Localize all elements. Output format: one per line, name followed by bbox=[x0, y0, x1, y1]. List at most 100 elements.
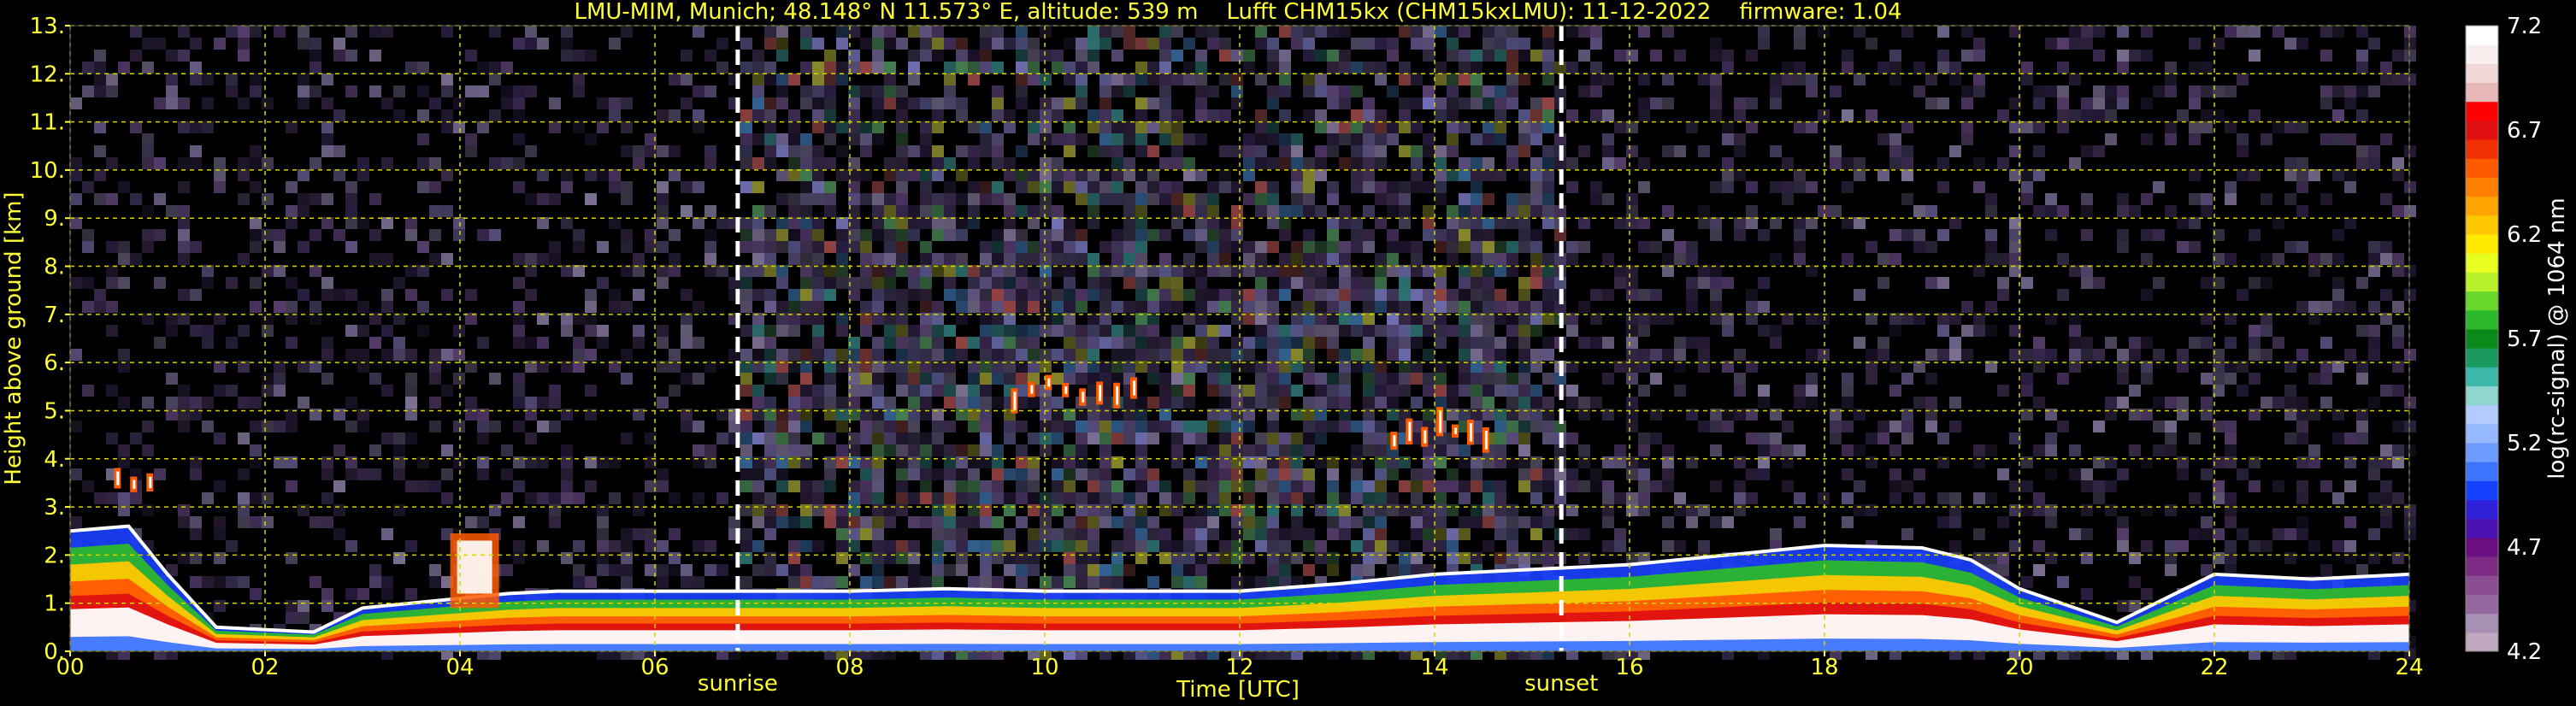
noise-cell bbox=[1530, 325, 1542, 337]
noise-cell bbox=[836, 325, 848, 337]
noise-cell bbox=[1722, 169, 1734, 181]
noise-cell bbox=[1052, 289, 1064, 301]
noise-cell bbox=[1423, 468, 1435, 480]
noise-cell bbox=[1483, 85, 1494, 97]
noise-cell bbox=[130, 26, 142, 38]
noise-cell bbox=[1614, 217, 1626, 229]
noise-cell bbox=[1064, 373, 1076, 385]
noise-cell bbox=[800, 492, 812, 504]
noise-cell bbox=[357, 325, 369, 337]
noise-cell bbox=[1099, 169, 1111, 181]
noise-cell bbox=[1459, 97, 1471, 109]
noise-cell bbox=[381, 432, 393, 444]
noise-cell bbox=[1471, 289, 1483, 301]
noise-cell bbox=[1111, 516, 1123, 528]
noise-cell bbox=[1291, 301, 1303, 313]
noise-cell bbox=[1387, 253, 1399, 265]
noise-cell bbox=[2380, 253, 2392, 265]
noise-cell bbox=[1889, 145, 1901, 157]
noise-cell bbox=[1195, 540, 1207, 552]
noise-cell bbox=[920, 325, 932, 337]
noise-cell bbox=[82, 181, 94, 193]
noise-cell bbox=[1183, 576, 1195, 588]
noise-cell bbox=[872, 349, 884, 361]
noise-cell bbox=[1016, 325, 1028, 337]
noise-cell bbox=[2308, 373, 2320, 385]
noise-cell bbox=[1530, 229, 1542, 241]
noise-cell bbox=[1004, 121, 1016, 133]
noise-cell bbox=[824, 50, 836, 62]
noise-cell bbox=[1291, 169, 1303, 181]
noise-cell bbox=[693, 373, 704, 385]
noise-cell bbox=[1483, 373, 1494, 385]
noise-cell bbox=[345, 193, 357, 205]
noise-cell bbox=[740, 349, 752, 361]
noise-cell bbox=[621, 229, 633, 241]
noise-cell bbox=[333, 444, 345, 456]
noise-cell bbox=[1267, 480, 1279, 492]
colorbar-tick-label: 5.2 bbox=[2507, 431, 2542, 456]
noise-cell bbox=[1997, 385, 2009, 397]
noise-cell bbox=[1123, 217, 1135, 229]
noise-cell bbox=[621, 241, 633, 253]
noise-cell bbox=[1399, 349, 1411, 361]
noise-cell bbox=[1674, 385, 1686, 397]
noise-cell bbox=[2081, 480, 2093, 492]
noise-cell bbox=[1135, 421, 1147, 432]
noise-cell bbox=[1243, 289, 1255, 301]
noise-cell bbox=[812, 217, 824, 229]
noise-cell bbox=[1279, 133, 1291, 145]
noise-cell bbox=[2404, 349, 2416, 361]
noise-cell bbox=[884, 576, 896, 588]
noise-cell bbox=[1363, 516, 1375, 528]
noise-cell bbox=[2296, 157, 2308, 169]
noise-cell bbox=[1255, 205, 1267, 217]
noise-cell bbox=[2356, 85, 2368, 97]
noise-cell bbox=[980, 421, 992, 432]
noise-cell bbox=[1494, 50, 1506, 62]
noise-cell bbox=[704, 145, 716, 157]
noise-cell bbox=[1518, 193, 1530, 205]
noise-cell bbox=[561, 552, 573, 564]
noise-cell bbox=[1363, 504, 1375, 516]
noise-cell bbox=[776, 516, 788, 528]
noise-cell bbox=[812, 229, 824, 241]
noise-cell bbox=[513, 552, 525, 564]
noise-cell bbox=[1004, 193, 1016, 205]
noise-cell bbox=[1842, 373, 1854, 385]
noise-cell bbox=[908, 337, 920, 349]
noise-cell bbox=[1459, 217, 1471, 229]
noise-cell bbox=[1183, 74, 1195, 85]
noise-cell bbox=[2117, 241, 2129, 253]
noise-cell bbox=[1494, 552, 1506, 564]
noise-cell bbox=[1016, 74, 1028, 85]
noise-cell bbox=[1614, 528, 1626, 540]
noise-cell bbox=[1135, 121, 1147, 133]
noise-cell bbox=[1195, 217, 1207, 229]
noise-cell bbox=[154, 38, 166, 50]
noise-cell bbox=[2332, 169, 2344, 181]
noise-cell bbox=[2284, 528, 2296, 540]
noise-cell bbox=[2356, 157, 2368, 169]
noise-cell bbox=[1626, 121, 1638, 133]
cloud-streak-core bbox=[1484, 430, 1488, 450]
noise-cell bbox=[345, 468, 357, 480]
noise-cell bbox=[1004, 432, 1016, 444]
noise-cell bbox=[477, 468, 489, 480]
noise-cell bbox=[1315, 385, 1327, 397]
noise-cell bbox=[944, 444, 956, 456]
noise-cell bbox=[1339, 241, 1351, 253]
colorbar-band bbox=[2466, 594, 2498, 615]
noise-cell bbox=[166, 325, 178, 337]
noise-cell bbox=[2057, 576, 2069, 588]
noise-cell bbox=[1542, 337, 1554, 349]
noise-cell bbox=[764, 444, 776, 456]
noise-cell bbox=[2392, 301, 2404, 313]
noise-cell bbox=[1638, 74, 1650, 85]
noise-cell bbox=[1040, 349, 1052, 361]
noise-cell bbox=[1327, 480, 1339, 492]
noise-cell bbox=[2272, 121, 2284, 133]
noise-cell bbox=[1901, 157, 1913, 169]
noise-cell bbox=[908, 289, 920, 301]
noise-cell bbox=[1459, 528, 1471, 540]
